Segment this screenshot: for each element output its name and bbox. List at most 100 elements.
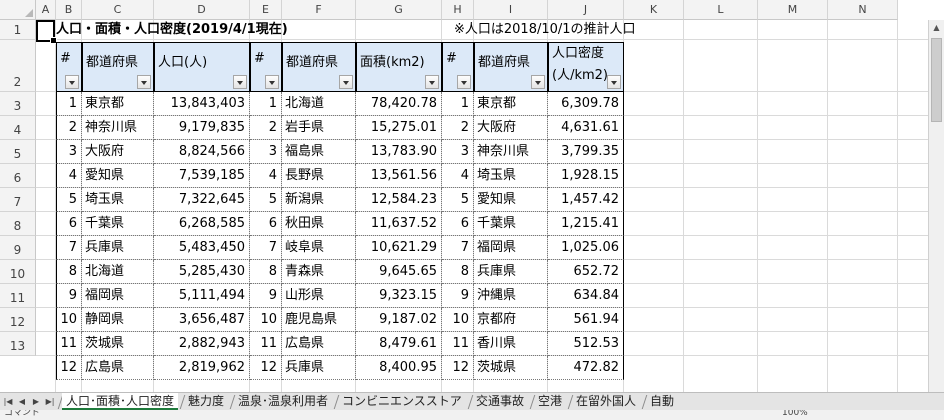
density-cell[interactable]: 634.84 — [548, 284, 624, 308]
area-cell[interactable]: 13,783.90 — [356, 140, 442, 164]
rank-cell[interactable]: 6 — [56, 212, 82, 236]
filter-dropdown-icon[interactable] — [265, 75, 279, 89]
prefecture-cell[interactable]: 岩手県 — [282, 116, 356, 140]
rank-cell[interactable]: 12 — [56, 356, 82, 380]
column-header-k[interactable]: K — [624, 0, 684, 20]
prefecture-cell[interactable]: 大阪府 — [82, 140, 154, 164]
rank-cell[interactable]: 1 — [250, 92, 282, 116]
sheet-tab-7[interactable]: 在留外国人 — [572, 393, 640, 410]
prefecture-cell[interactable]: 神奈川県 — [474, 140, 548, 164]
prefecture-cell[interactable]: 京都府 — [474, 308, 548, 332]
population-cell[interactable]: 9,179,835 — [154, 116, 250, 140]
rank-cell[interactable]: 3 — [442, 140, 474, 164]
prefecture-cell[interactable]: 福島県 — [282, 140, 356, 164]
density-cell[interactable]: 472.82 — [548, 356, 624, 380]
prefecture-cell[interactable]: 山形県 — [282, 284, 356, 308]
prefecture-cell[interactable]: 広島県 — [82, 356, 154, 380]
row-header-2[interactable]: 2 — [0, 40, 36, 92]
prev-sheet-icon[interactable]: ◀ — [16, 394, 28, 409]
rank-cell[interactable]: 2 — [56, 116, 82, 140]
rank-cell[interactable]: 7 — [250, 236, 282, 260]
filter-dropdown-icon[interactable] — [607, 75, 621, 89]
density-cell[interactable]: 4,631.61 — [548, 116, 624, 140]
column-header-g[interactable]: G — [356, 0, 442, 20]
rank-cell[interactable]: 11 — [250, 332, 282, 356]
row-header-4[interactable]: 4 — [0, 116, 36, 140]
scroll-up-icon[interactable]: ▲ — [929, 20, 944, 36]
population-cell[interactable]: 5,285,430 — [154, 260, 250, 284]
filter-dropdown-icon[interactable] — [65, 75, 79, 89]
row-header-8[interactable]: 8 — [0, 212, 36, 236]
column-header-l[interactable]: L — [684, 0, 758, 20]
prefecture-cell[interactable]: 兵庫県 — [474, 260, 548, 284]
column-header-n[interactable]: N — [828, 0, 898, 20]
rank-cell[interactable]: 10 — [442, 308, 474, 332]
column-header-a[interactable]: A — [36, 0, 56, 20]
prefecture-cell[interactable]: 新潟県 — [282, 188, 356, 212]
scroll-thumb[interactable] — [931, 38, 942, 122]
population-cell[interactable]: 3,656,487 — [154, 308, 250, 332]
prefecture-cell[interactable]: 兵庫県 — [82, 236, 154, 260]
sheet-tab-2[interactable]: 魅力度 — [184, 393, 228, 410]
population-cell[interactable]: 5,483,450 — [154, 236, 250, 260]
first-sheet-icon[interactable]: |◀ — [2, 394, 14, 409]
population-cell[interactable]: 2,882,943 — [154, 332, 250, 356]
rank-cell[interactable]: 2 — [442, 116, 474, 140]
density-cell[interactable]: 1,928.15 — [548, 164, 624, 188]
prefecture-cell[interactable]: 千葉県 — [82, 212, 154, 236]
filter-dropdown-icon[interactable] — [339, 75, 353, 89]
rank-cell[interactable]: 10 — [56, 308, 82, 332]
rank-cell[interactable]: 4 — [250, 164, 282, 188]
prefecture-cell[interactable]: 沖縄県 — [474, 284, 548, 308]
area-cell[interactable]: 10,621.29 — [356, 236, 442, 260]
filter-dropdown-icon[interactable] — [425, 75, 439, 89]
prefecture-cell[interactable]: 福岡県 — [474, 236, 548, 260]
row-header-12[interactable]: 12 — [0, 308, 36, 332]
population-cell[interactable]: 8,824,566 — [154, 140, 250, 164]
rank-cell[interactable]: 7 — [56, 236, 82, 260]
rank-cell[interactable]: 2 — [250, 116, 282, 140]
prefecture-cell[interactable]: 福岡県 — [82, 284, 154, 308]
density-cell[interactable]: 3,799.35 — [548, 140, 624, 164]
rank-cell[interactable]: 5 — [442, 188, 474, 212]
column-header-b[interactable]: B — [56, 0, 82, 20]
rank-cell[interactable]: 1 — [56, 92, 82, 116]
select-all-corner[interactable] — [0, 0, 36, 20]
area-cell[interactable]: 11,637.52 — [356, 212, 442, 236]
filter-dropdown-icon[interactable] — [137, 75, 151, 89]
row-header-1[interactable]: 1 — [0, 20, 36, 40]
density-cell[interactable]: 6,309.78 — [548, 92, 624, 116]
prefecture-cell[interactable]: 兵庫県 — [282, 356, 356, 380]
prefecture-cell[interactable]: 秋田県 — [282, 212, 356, 236]
rank-cell[interactable]: 9 — [250, 284, 282, 308]
column-header-d[interactable]: D — [154, 0, 250, 20]
row-header-6[interactable]: 6 — [0, 164, 36, 188]
prefecture-cell[interactable]: 千葉県 — [474, 212, 548, 236]
rank-cell[interactable]: 9 — [56, 284, 82, 308]
row-header-10[interactable]: 10 — [0, 260, 36, 284]
sheet-tab-5[interactable]: 交通事故 — [472, 393, 528, 410]
prefecture-cell[interactable]: 香川県 — [474, 332, 548, 356]
spreadsheet-grid[interactable]: ABCDEFGHIJKLMN 1 2 3 4 5 6 7 8 9 10 11 12 13 人口・面積・人… — [0, 0, 944, 392]
filter-dropdown-icon[interactable] — [457, 75, 471, 89]
area-cell[interactable]: 8,400.95 — [356, 356, 442, 380]
column-header-h[interactable]: H — [442, 0, 474, 20]
filter-dropdown-icon[interactable] — [233, 75, 247, 89]
rank-cell[interactable]: 8 — [442, 260, 474, 284]
column-header-i[interactable]: I — [474, 0, 548, 20]
area-cell[interactable]: 12,584.23 — [356, 188, 442, 212]
sheet-tab-3[interactable]: 温泉･温泉利用者 — [234, 393, 332, 410]
rank-cell[interactable]: 5 — [56, 188, 82, 212]
area-cell[interactable]: 78,420.78 — [356, 92, 442, 116]
column-header-f[interactable]: F — [282, 0, 356, 20]
rank-cell[interactable]: 1 — [442, 92, 474, 116]
rank-cell[interactable]: 9 — [442, 284, 474, 308]
prefecture-cell[interactable]: 大阪府 — [474, 116, 548, 140]
area-cell[interactable]: 13,561.56 — [356, 164, 442, 188]
prefecture-cell[interactable]: 広島県 — [282, 332, 356, 356]
area-cell[interactable]: 9,187.02 — [356, 308, 442, 332]
rank-cell[interactable]: 4 — [442, 164, 474, 188]
prefecture-cell[interactable]: 神奈川県 — [82, 116, 154, 140]
rank-cell[interactable]: 4 — [56, 164, 82, 188]
population-cell[interactable]: 2,819,962 — [154, 356, 250, 380]
